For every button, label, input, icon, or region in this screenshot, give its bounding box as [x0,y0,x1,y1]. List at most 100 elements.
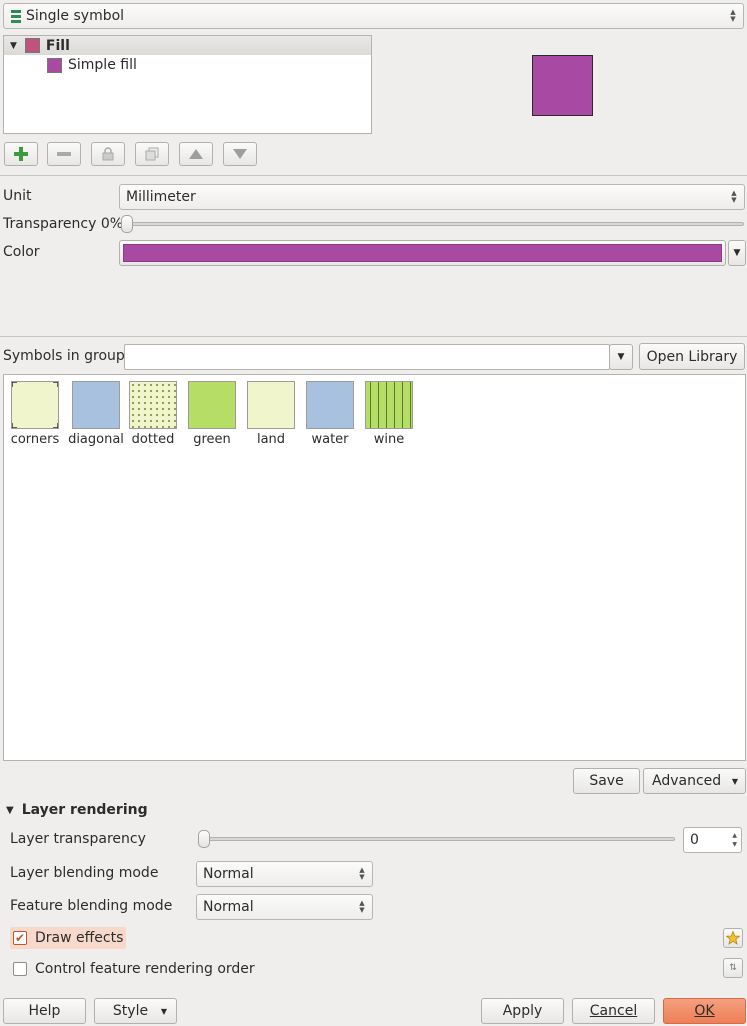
cancel-label: Cancel [589,1003,638,1019]
symbol-label: diagonal [68,432,124,447]
layer-transparency-value: 0 [690,832,699,848]
group-dropdown-button[interactable]: ▼ [609,344,633,370]
renderer-select-value: Single symbol [26,8,125,24]
unit-label: Unit [3,188,32,204]
layer-blending-label: Layer blending mode [10,865,159,881]
divider [0,175,747,176]
divider [0,336,747,337]
draw-effects-row[interactable]: ✔ Draw effects [10,927,127,949]
layer-transparency-handle[interactable] [198,830,210,848]
symbol-label: wine [373,432,405,447]
layer-blending-select[interactable]: Normal ▲ ▼ [196,861,373,887]
chevron-updown-icon: ▲ ▼ [359,866,365,881]
style-button[interactable]: Style ▼ [94,998,177,1024]
tree-row-simple-fill[interactable]: Simple fill [4,55,371,75]
symbol-item-dotted[interactable]: dotted [125,381,181,447]
chevron-down-icon: ▼ [733,248,741,258]
unit-select-value: Millimeter [126,189,196,205]
symbol-label: land [256,432,286,447]
transparency-slider-handle[interactable] [121,215,133,233]
symbol-label: green [193,432,231,447]
feature-blending-select[interactable]: Normal ▲ ▼ [196,894,373,920]
symbol-list[interactable]: corners diagonal dotted green land water… [3,374,746,761]
tree-row-fill[interactable]: ▼ Fill [4,36,371,55]
apply-label: Apply [502,1003,543,1019]
chevron-down-icon: ▼ [731,776,738,786]
color-dropdown-button[interactable]: ▼ [728,240,746,266]
control-order-checkbox[interactable] [13,962,27,976]
symbol-item-diagonal[interactable]: diagonal [68,381,124,447]
symbol-layer-tree[interactable]: ▼ Fill Simple fill [3,35,372,134]
apply-button[interactable]: Apply [481,998,564,1024]
expand-arrow-icon[interactable]: ▼ [10,41,17,51]
wine-swatch [365,381,413,429]
feature-blending-value: Normal [203,899,254,915]
layer-transparency-track[interactable] [200,837,675,841]
tree-fill-label: Fill [45,37,70,54]
open-library-label: Open Library [646,348,738,365]
corners-swatch [11,381,59,429]
layer-blending-value: Normal [203,866,254,882]
move-up-button[interactable] [179,142,213,166]
group-input[interactable] [124,344,610,370]
symbol-item-green[interactable]: green [184,381,240,447]
draw-effects-checkbox[interactable]: ✔ [13,931,27,945]
symbol-item-water[interactable]: water [302,381,358,447]
single-symbol-icon [10,9,22,24]
help-button[interactable]: Help [3,998,86,1024]
symbol-item-wine[interactable]: wine [361,381,417,447]
control-order-row[interactable]: Control feature rendering order [13,958,255,980]
spin-arrows-icon[interactable]: ▲ ▼ [732,831,737,849]
open-library-button[interactable]: Open Library [639,343,745,370]
chevron-updown-icon: ▲ ▼ [359,899,365,914]
add-layer-button[interactable] [4,142,38,166]
duplicate-icon [145,147,159,161]
layer-rendering-header[interactable]: ▼ Layer rendering [6,802,148,818]
fill-icon [24,38,40,53]
lock-icon [102,147,114,161]
control-order-label: Control feature rendering order [35,961,255,977]
save-button[interactable]: Save [573,768,640,794]
draw-effects-label: Draw effects [35,930,124,946]
help-label: Help [28,1003,61,1019]
renderer-select[interactable]: Single symbol ▲ ▼ [3,3,744,29]
advanced-label: Advanced [652,773,722,789]
unit-select[interactable]: Millimeter ▲ ▼ [119,184,745,210]
save-label: Save [589,773,624,789]
triangle-down-icon [233,149,247,159]
symbols-in-group-label: Symbols in group [3,348,125,364]
transparency-slider-track[interactable] [122,222,744,226]
duplicate-layer-button[interactable] [135,142,169,166]
remove-layer-button[interactable] [47,142,81,166]
diagonal-swatch [72,381,120,429]
collapse-arrow-icon: ▼ [6,804,14,816]
chevron-down-icon: ▼ [617,352,625,362]
symbol-item-corners[interactable]: corners [7,381,63,447]
simple-fill-icon [47,57,62,73]
chevron-updown-icon: ▲ ▼ [730,8,736,23]
layer-rendering-title: Layer rendering [21,802,148,818]
tree-simple-fill-label: Simple fill [68,57,137,73]
symbol-label: corners [10,432,60,447]
color-swatch [123,244,722,262]
move-down-button[interactable] [223,142,257,166]
symbol-preview [532,55,593,116]
customize-effects-button[interactable] [723,928,743,948]
transparency-label: Transparency 0% [3,216,124,232]
feature-blending-label: Feature blending mode [10,898,173,914]
symbol-label: dotted [131,432,175,447]
minus-icon [57,152,71,156]
lock-layer-button[interactable] [91,142,125,166]
color-label: Color [3,244,40,260]
layer-transparency-spinbox[interactable]: 0 ▲ ▼ [683,827,742,853]
triangle-up-icon [189,149,203,159]
ok-label: OK [694,1003,715,1019]
symbol-item-land[interactable]: land [243,381,299,447]
define-order-button[interactable]: ⇅ [723,958,743,978]
green-swatch [188,381,236,429]
land-swatch [247,381,295,429]
ok-button[interactable]: OK [663,998,746,1024]
cancel-button[interactable]: Cancel [572,998,655,1024]
color-button[interactable] [119,240,726,266]
advanced-button[interactable]: Advanced ▼ [643,768,746,794]
